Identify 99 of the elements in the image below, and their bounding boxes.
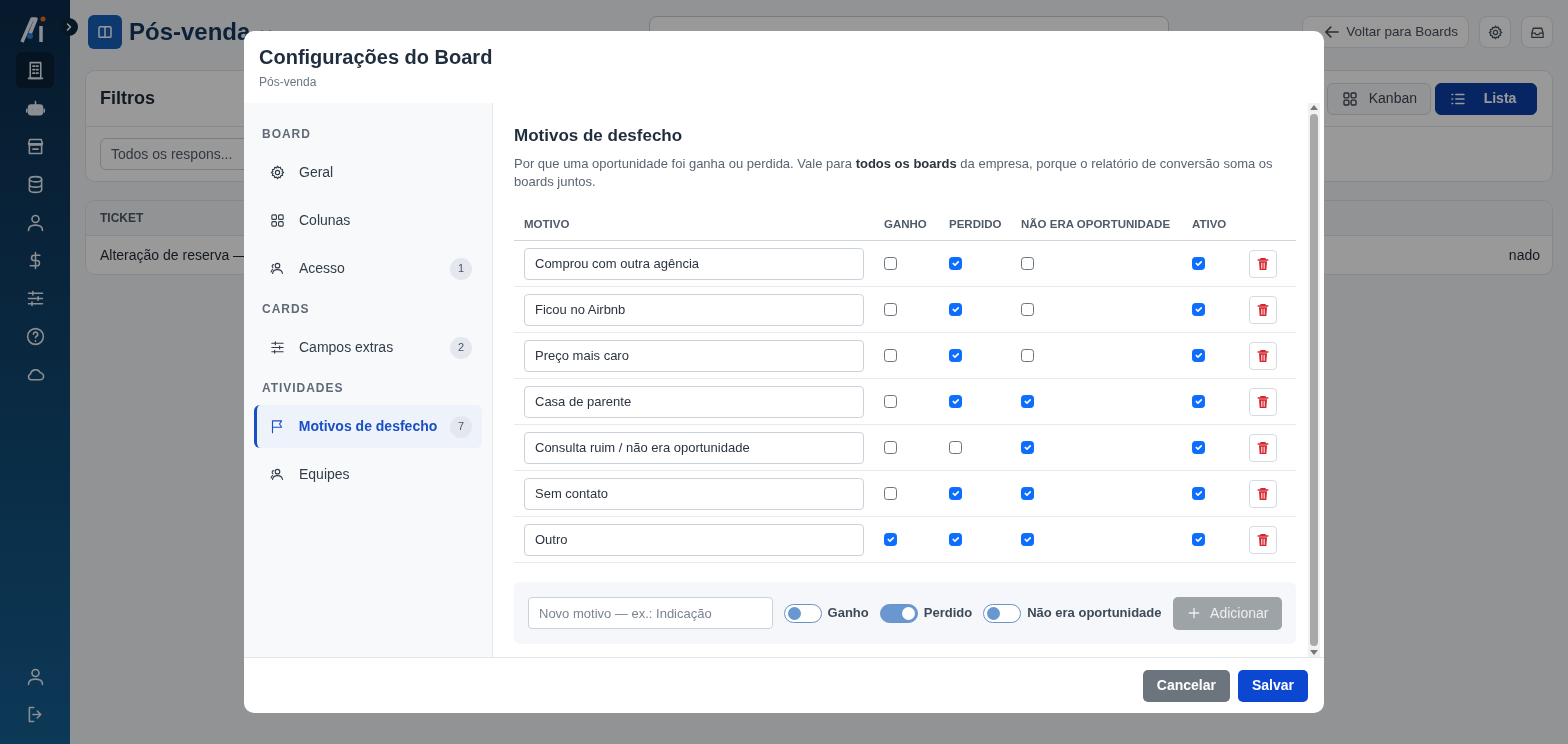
modal-subtitle: Pós-venda xyxy=(259,74,318,91)
checkbox[interactable] xyxy=(884,349,897,363)
column-header: GANHO xyxy=(883,216,928,232)
checkbox[interactable] xyxy=(1021,257,1034,271)
toggle-switch[interactable] xyxy=(983,603,1022,623)
delete-button[interactable] xyxy=(1249,479,1277,508)
trash-icon xyxy=(1255,347,1271,364)
column-header: ATIVO xyxy=(1191,216,1228,232)
checkbox[interactable] xyxy=(1192,303,1205,317)
inbox-button[interactable] xyxy=(1521,16,1553,48)
delete-button[interactable] xyxy=(1249,525,1277,554)
checkbox[interactable] xyxy=(1192,533,1205,547)
cancel-button[interactable]: Cancelar xyxy=(1142,669,1230,702)
nav-heading: ATIVIDADES xyxy=(261,380,345,397)
nav-item[interactable]: Campos extras 2 xyxy=(254,326,482,369)
filters-title: Filtros xyxy=(100,87,155,110)
nav-item[interactable]: Acesso 1 xyxy=(254,247,482,290)
nav-heading: CARDS xyxy=(261,301,311,318)
checkbox[interactable] xyxy=(949,395,962,409)
save-button[interactable]: Salvar xyxy=(1237,669,1308,702)
count-badge: 7 xyxy=(450,415,472,438)
settings-icon xyxy=(1486,23,1504,41)
count-badge: 1 xyxy=(450,257,472,280)
back-button[interactable]: Voltar para Boards xyxy=(1302,16,1469,48)
scroll-up-icon[interactable] xyxy=(1309,103,1319,111)
checkbox[interactable] xyxy=(949,257,962,271)
users-icon xyxy=(269,260,286,277)
arrow-left-icon xyxy=(1325,26,1340,38)
trash-icon xyxy=(1255,255,1271,272)
trash-icon xyxy=(1255,301,1271,318)
checkbox[interactable] xyxy=(884,303,897,317)
checkbox[interactable] xyxy=(949,487,962,501)
toggle-switch[interactable] xyxy=(879,603,918,623)
board-title: Pós-venda xyxy=(129,17,251,47)
reason-input[interactable]: Sem contato xyxy=(524,477,864,510)
grid-icon xyxy=(1340,89,1359,108)
checkbox[interactable] xyxy=(1021,441,1034,455)
view-toggle[interactable]: Lista xyxy=(1435,82,1537,115)
trash-icon xyxy=(1255,531,1271,548)
checkbox[interactable] xyxy=(1192,257,1205,271)
checkbox[interactable] xyxy=(884,257,897,271)
checkbox[interactable] xyxy=(884,395,897,409)
modal-title: Configurações do Board xyxy=(259,45,494,69)
checkbox[interactable] xyxy=(1192,487,1205,501)
delete-button[interactable] xyxy=(1249,341,1277,370)
delete-button[interactable] xyxy=(1249,295,1277,324)
settings-icon xyxy=(269,164,286,181)
sidebar-button[interactable] xyxy=(16,52,54,88)
checkbox[interactable] xyxy=(949,441,962,455)
checkbox[interactable] xyxy=(884,487,897,501)
checkbox[interactable] xyxy=(949,533,962,547)
new-reason-input[interactable]: Novo motivo — ex.: Indicação xyxy=(528,597,773,630)
grid-icon xyxy=(269,212,286,229)
trash-icon xyxy=(1255,485,1271,502)
checkbox[interactable] xyxy=(949,349,962,363)
toggle-label: Perdido xyxy=(923,604,973,623)
reason-input[interactable]: Consulta ruim / não era oportunidade xyxy=(524,431,864,464)
column-header: MOTIVO xyxy=(523,216,571,232)
reason-input[interactable]: Outro xyxy=(524,523,864,556)
checkbox[interactable] xyxy=(884,533,897,547)
scroll-down-icon[interactable] xyxy=(1309,649,1319,657)
view-toggle[interactable]: Kanban xyxy=(1326,82,1431,115)
checkbox[interactable] xyxy=(884,441,897,455)
checkbox[interactable] xyxy=(1021,533,1034,547)
toggle-label: Não era oportunidade xyxy=(1027,604,1162,623)
checkbox[interactable] xyxy=(1192,349,1205,363)
reason-input[interactable]: Preço mais caro xyxy=(524,339,864,372)
scrollbar[interactable] xyxy=(1308,103,1320,657)
trash-icon xyxy=(1255,439,1271,456)
settings-button[interactable] xyxy=(1479,16,1511,48)
count-badge: 2 xyxy=(450,336,472,359)
reason-input[interactable]: Casa de parente xyxy=(524,385,864,418)
reason-input[interactable]: Ficou no Airbnb xyxy=(524,293,864,326)
users-icon xyxy=(269,466,286,483)
table-cell-text: nado xyxy=(1508,245,1540,265)
nav-item[interactable]: Motivos de desfecho 7 xyxy=(254,405,482,448)
checkbox[interactable] xyxy=(949,303,962,317)
checkbox[interactable] xyxy=(1021,303,1034,317)
delete-button[interactable] xyxy=(1249,433,1277,462)
checkbox[interactable] xyxy=(1192,441,1205,455)
columns-icon xyxy=(96,23,114,41)
checkbox[interactable] xyxy=(1021,487,1034,501)
help-icon xyxy=(24,325,46,347)
trash-icon xyxy=(1255,393,1271,410)
delete-button[interactable] xyxy=(1249,387,1277,416)
checkbox[interactable] xyxy=(1192,395,1205,409)
reason-input[interactable]: Comprou com outra agência xyxy=(524,247,864,280)
toggle-switch[interactable] xyxy=(783,603,822,623)
checkbox[interactable] xyxy=(1021,349,1034,363)
delete-button[interactable] xyxy=(1249,249,1277,278)
column-header: NÃO ERA OPORTUNIDADE xyxy=(1020,216,1172,232)
sliders-icon xyxy=(269,339,286,356)
checkbox[interactable] xyxy=(1021,395,1034,409)
toggle-label: Ganho xyxy=(827,604,869,623)
section-title: Motivos de desfecho xyxy=(514,125,684,147)
expand-button[interactable] xyxy=(60,18,78,36)
section-description: Por que uma oportunidade foi ganha ou perdida. Vale para todos os boards da empresa, porque o relatório de conversão soma os boards juntos. xyxy=(514,154,1274,192)
nav-item[interactable]: Equipes xyxy=(254,453,482,496)
column-header: PERDIDO xyxy=(948,216,1003,232)
